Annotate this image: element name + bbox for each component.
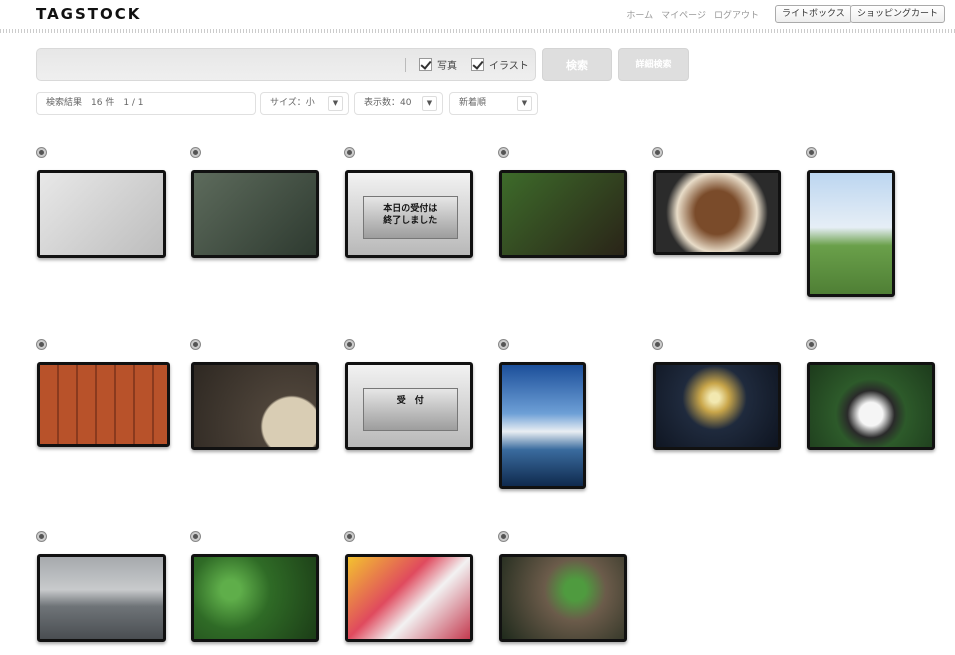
illustration-check-icon [471, 58, 484, 71]
select-radio[interactable] [807, 340, 816, 349]
advanced-search-button[interactable]: 詳細検索 [618, 48, 689, 81]
illustration-checkbox-label: イラスト [489, 61, 529, 72]
top-nav: ホーム マイページ ログアウト [626, 8, 759, 21]
select-radio[interactable] [37, 148, 46, 157]
illustration-checkbox[interactable]: イラスト [471, 57, 529, 72]
select-radio[interactable] [191, 148, 200, 157]
select-radio[interactable] [499, 532, 508, 541]
photo-checkbox-label: 写真 [437, 61, 457, 72]
shopping-cart-button[interactable]: ショッピングカート [850, 5, 946, 23]
sign-text: 本日の受付は 終了しました [362, 195, 458, 239]
select-radio[interactable] [345, 148, 354, 157]
thumbnail-reception-closed-sign[interactable]: 本日の受付は 終了しました [345, 170, 473, 258]
select-radio[interactable] [191, 532, 200, 541]
thumbnail-ship[interactable] [37, 554, 166, 642]
select-radio[interactable] [345, 532, 354, 541]
select-radio[interactable] [499, 148, 508, 157]
thumbnail-conical-hat[interactable] [191, 362, 319, 450]
sign-text: 受 付 [362, 387, 458, 431]
sort-select-label: 新着順 [459, 98, 487, 108]
thumbnail-butterfly[interactable] [807, 362, 935, 450]
chevron-down-icon[interactable]: ▼ [422, 96, 437, 111]
thumbnail-green-leaves[interactable] [191, 554, 319, 642]
chevron-down-icon[interactable]: ▼ [517, 96, 532, 111]
thumbnail-stethoscope[interactable] [37, 170, 166, 258]
thumbnail-fireworks[interactable] [653, 362, 781, 450]
nav-logout-link[interactable]: ログアウト [714, 8, 759, 21]
select-radio[interactable] [499, 340, 508, 349]
select-radio[interactable] [653, 340, 662, 349]
select-radio[interactable] [345, 340, 354, 349]
logo[interactable]: TAGSTOCK [36, 5, 141, 23]
nav-home-link[interactable]: ホーム [626, 8, 653, 21]
thumbnail-dragon-fruit[interactable] [345, 554, 473, 642]
thumbnail-sprout[interactable] [499, 554, 627, 642]
select-radio[interactable] [653, 148, 662, 157]
search-input[interactable]: 写真 イラスト [36, 48, 536, 81]
header-divider [0, 29, 955, 33]
thumbnail-banyan-tree[interactable] [499, 170, 627, 258]
lightbox-button[interactable]: ライトボックス [775, 5, 852, 23]
select-radio[interactable] [37, 532, 46, 541]
photo-check-icon [419, 58, 432, 71]
thumbnail-shisa-tiles[interactable] [37, 362, 170, 447]
search-separator [405, 58, 406, 72]
thumbnail-sea-sky[interactable] [499, 362, 586, 489]
size-select[interactable]: サイズ：小 ▼ [260, 92, 349, 115]
search-button[interactable]: 検索 [542, 48, 612, 81]
photo-checkbox[interactable]: 写真 [419, 57, 457, 72]
thumbnail-reception-sign[interactable]: 受 付 [345, 362, 473, 450]
size-select-label: サイズ：小 [270, 98, 315, 108]
result-count: 検索結果 16 件 1 / 1 [36, 92, 256, 115]
thumbnail-cow-and-tree[interactable] [807, 170, 895, 297]
thumbnail-soki-soba[interactable] [653, 170, 781, 255]
per-page-select-label: 表示数：40 [364, 98, 412, 108]
header: TAGSTOCK ホーム マイページ ログアウト ライトボックス ショッピングカ… [0, 0, 955, 33]
select-radio[interactable] [191, 340, 200, 349]
thumbnail-clothespins[interactable] [191, 170, 319, 258]
select-radio[interactable] [807, 148, 816, 157]
nav-mypage-link[interactable]: マイページ [661, 8, 706, 21]
per-page-select[interactable]: 表示数：40 ▼ [354, 92, 443, 115]
chevron-down-icon[interactable]: ▼ [328, 96, 343, 111]
sort-select[interactable]: 新着順 ▼ [449, 92, 538, 115]
select-radio[interactable] [37, 340, 46, 349]
